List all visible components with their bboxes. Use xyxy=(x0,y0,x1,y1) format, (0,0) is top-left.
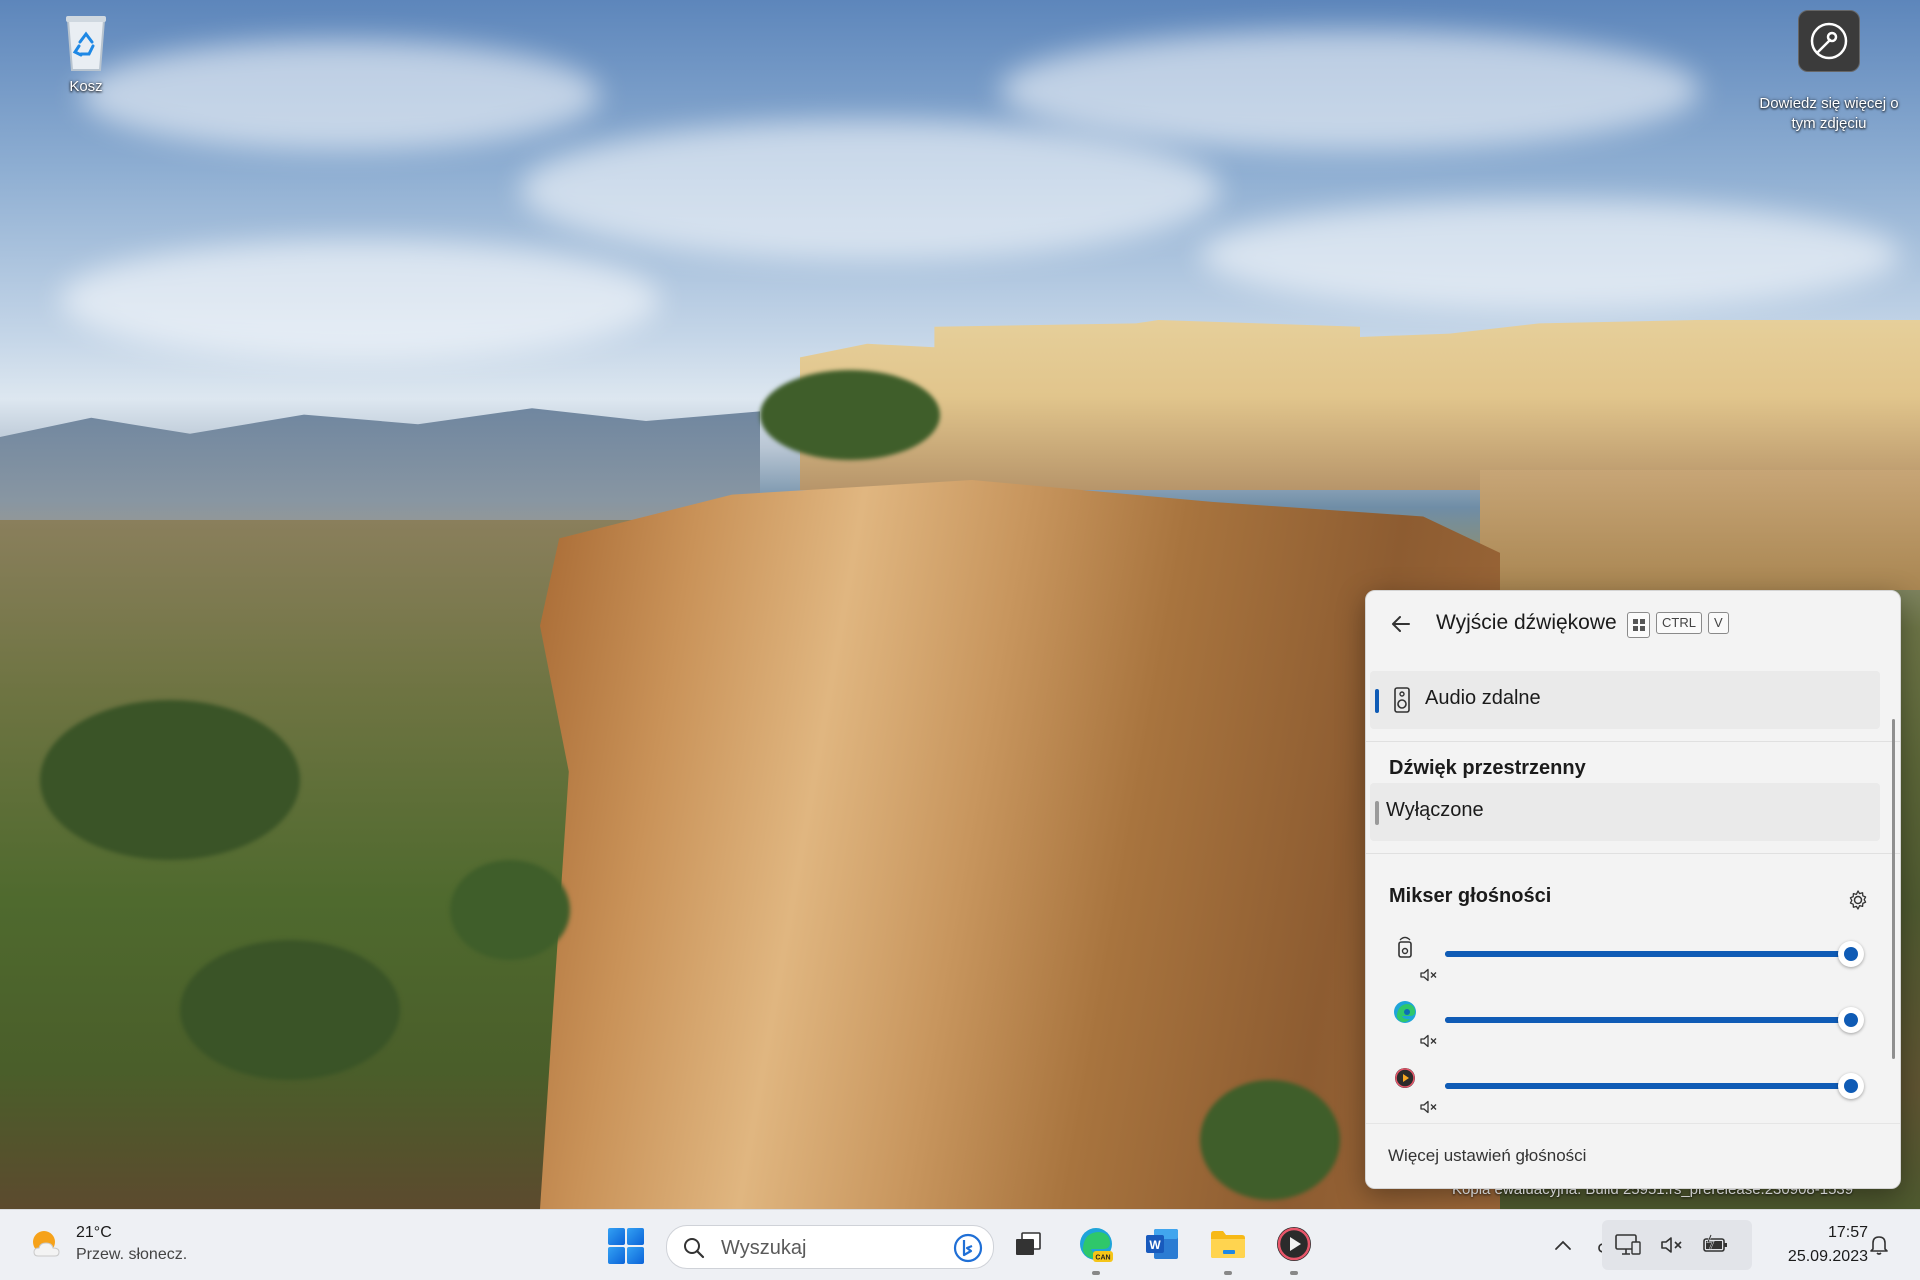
edge-icon xyxy=(1394,1001,1416,1023)
taskbar: 21°C Przew. słonecz. Wyszukaj CAN W 17:5… xyxy=(0,1209,1920,1280)
bell-icon xyxy=(1870,1236,1888,1255)
slider-thumb[interactable] xyxy=(1838,941,1864,967)
sound-output-flyout: Wyjście dźwiękowe CTRL V Audio zdalne Dź… xyxy=(1365,590,1901,1189)
slider-thumb[interactable] xyxy=(1838,1073,1864,1099)
taskbar-file-explorer[interactable] xyxy=(1208,1224,1248,1264)
learn-more-label-line1: Dowiedz się więcej o xyxy=(1759,95,1899,112)
search-icon xyxy=(684,1238,705,1259)
taskbar-edge-canary[interactable]: CAN xyxy=(1076,1224,1116,1264)
network-icon xyxy=(1615,1234,1641,1255)
battery-charging-icon xyxy=(1703,1234,1727,1252)
search-placeholder: Wyszukaj xyxy=(721,1237,807,1259)
flyout-scrollbar[interactable] xyxy=(1892,719,1895,1059)
ctrl-key: CTRL xyxy=(1656,612,1702,634)
spatial-sound-value: Wyłączone xyxy=(1386,799,1484,821)
muted-speaker-icon[interactable] xyxy=(1420,1034,1438,1048)
spatial-indicator xyxy=(1375,801,1379,825)
flyout-footer: Więcej ustawień głośności xyxy=(1366,1123,1900,1188)
edge-canary-icon: CAN xyxy=(1080,1228,1113,1262)
search-box[interactable]: Wyszukaj xyxy=(666,1225,994,1269)
media-player-icon xyxy=(1277,1227,1311,1261)
back-arrow-icon xyxy=(1392,616,1410,632)
svg-text:CAN: CAN xyxy=(1095,1255,1110,1262)
running-indicator xyxy=(1092,1271,1100,1275)
start-button[interactable] xyxy=(608,1228,644,1264)
quick-settings-button[interactable] xyxy=(1602,1220,1752,1270)
notifications-button[interactable] xyxy=(1864,1230,1894,1260)
volume-mixer-heading: Mikser głośności xyxy=(1389,885,1552,907)
spatial-sound-item[interactable]: Wyłączone xyxy=(1370,783,1880,841)
taskbar-word[interactable]: W xyxy=(1142,1224,1182,1264)
camera-info-icon xyxy=(1798,10,1860,72)
svg-text:W: W xyxy=(1149,1238,1161,1252)
mixer-row-system xyxy=(1366,928,1900,994)
back-button[interactable] xyxy=(1388,611,1414,637)
time: 17:57 xyxy=(1827,1224,1868,1241)
running-indicator xyxy=(1290,1271,1298,1275)
windows-logo-icon xyxy=(608,1228,625,1245)
keyboard-shortcut: CTRL V xyxy=(1627,612,1729,638)
partly-sunny-icon xyxy=(33,1231,60,1257)
flyout-title: Wyjście dźwiękowe xyxy=(1436,611,1617,634)
windows-key-icon xyxy=(1627,612,1650,638)
task-view-button[interactable] xyxy=(1008,1224,1048,1264)
word-icon: W xyxy=(1146,1229,1178,1259)
show-hidden-icons-button[interactable] xyxy=(1548,1230,1578,1260)
learn-about-picture[interactable]: Dowiedz się więcej o tym zdjęciu xyxy=(1743,10,1915,134)
flyout-header: Wyjście dźwiękowe CTRL V xyxy=(1366,591,1900,655)
weather-condition: Przew. słonecz. xyxy=(76,1246,188,1263)
recycle-bin-icon xyxy=(60,12,112,72)
taskbar-media-player[interactable] xyxy=(1274,1224,1314,1264)
system-volume-slider[interactable] xyxy=(1445,941,1864,967)
output-device-item[interactable]: Audio zdalne xyxy=(1370,671,1880,729)
task-view-icon xyxy=(1016,1232,1041,1255)
temperature: 21°C xyxy=(76,1224,112,1241)
learn-more-label-line2: tym zdjęciu xyxy=(1791,115,1867,132)
slider-thumb[interactable] xyxy=(1838,1007,1864,1033)
chevron-up-icon xyxy=(1555,1240,1571,1250)
volume-muted-icon xyxy=(1661,1237,1682,1253)
running-indicator xyxy=(1224,1271,1232,1275)
more-volume-settings-link[interactable]: Więcej ustawień głośności xyxy=(1388,1146,1586,1166)
mixer-row-media-player xyxy=(1366,1060,1900,1126)
mixer-row-edge xyxy=(1366,994,1900,1060)
folder-icon xyxy=(1211,1231,1245,1258)
recycle-bin[interactable]: Kosz xyxy=(31,12,141,95)
recycle-bin-label: Kosz xyxy=(69,78,103,95)
output-device-label: Audio zdalne xyxy=(1425,687,1541,709)
weather-widget[interactable]: 21°C Przew. słonecz. xyxy=(28,1224,187,1264)
date: 25.09.2023 xyxy=(1787,1248,1868,1265)
media-player-volume-slider[interactable] xyxy=(1445,1073,1864,1099)
spatial-sound-heading: Dźwięk przestrzenny xyxy=(1389,757,1586,779)
muted-speaker-icon[interactable] xyxy=(1420,1100,1438,1114)
media-player-icon xyxy=(1395,1068,1415,1088)
clock[interactable]: 17:57 25.09.2023 xyxy=(1764,1224,1868,1266)
selected-indicator xyxy=(1375,689,1379,713)
v-key: V xyxy=(1707,612,1729,634)
mixer-settings-gear-icon[interactable] xyxy=(1847,889,1869,911)
muted-speaker-icon[interactable] xyxy=(1420,968,1438,982)
system-sounds-icon xyxy=(1398,936,1412,958)
edge-volume-slider[interactable] xyxy=(1445,1007,1864,1033)
speaker-icon xyxy=(1394,687,1410,713)
bing-chat-icon[interactable] xyxy=(953,1233,983,1263)
